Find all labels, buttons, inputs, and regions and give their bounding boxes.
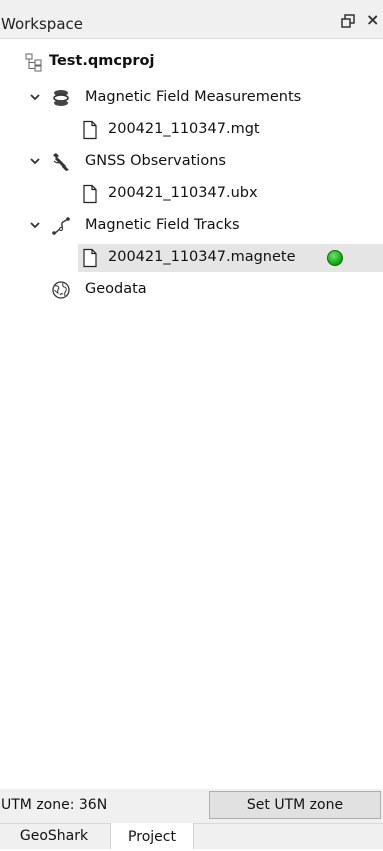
status-indicator-icon [327, 250, 343, 266]
tree-item-geodata[interactable]: Geodata [0, 276, 383, 304]
file-icon [83, 120, 97, 140]
tab-geoshark[interactable]: GeoShark [0, 824, 108, 849]
track-icon [52, 217, 70, 235]
tree-item-label: Magnetic Field Measurements [85, 89, 302, 105]
tree-item-file-magnete[interactable]: 200421_110347.magnete [0, 244, 383, 272]
tree-item-label: Magnetic Field Tracks [85, 217, 240, 233]
magnetometer-icon [53, 90, 69, 106]
tree-item-label: 200421_110347.mgt [108, 121, 260, 137]
tree-item-file-ubx[interactable]: 200421_110347.ubx [0, 180, 383, 208]
tree-item-file-mgt[interactable]: 200421_110347.mgt [0, 116, 383, 144]
file-icon [83, 184, 97, 204]
tree-item-label: 200421_110347.magnete [108, 249, 296, 265]
utm-zone-label: UTM zone: 36N [1, 797, 108, 813]
file-icon [83, 248, 97, 268]
tree-item-label: 200421_110347.ubx [108, 185, 258, 201]
panel-title: Workspace [1, 15, 83, 33]
chevron-down-icon[interactable] [28, 154, 42, 168]
set-utm-zone-button[interactable]: Set UTM zone [209, 791, 381, 819]
tab-project[interactable]: Project [110, 823, 194, 849]
panel-titlebar: Workspace × [0, 0, 383, 39]
close-icon[interactable]: × [366, 11, 379, 29]
tab-bar: GeoShark Project [0, 823, 383, 849]
utm-zone-bar: UTM zone: 36N Set UTM zone [0, 789, 383, 823]
tree-item-project[interactable]: Test.qmcproj [0, 48, 383, 76]
tree-item-label: Test.qmcproj [49, 53, 155, 69]
globe-icon [52, 281, 70, 299]
tree-item-magnetic-field-measurements[interactable]: Magnetic Field Measurements [0, 84, 383, 112]
chevron-down-icon[interactable] [28, 218, 42, 232]
tree-item-magnetic-field-tracks[interactable]: Magnetic Field Tracks [0, 212, 383, 240]
satellite-icon [53, 153, 69, 171]
chevron-down-icon[interactable] [28, 90, 42, 104]
tree-item-label: Geodata [85, 281, 147, 297]
float-window-icon[interactable] [341, 14, 355, 28]
tree-item-label: GNSS Observations [85, 153, 226, 169]
tree-item-gnss-observations[interactable]: GNSS Observations [0, 148, 383, 176]
project-tree-icon [25, 53, 42, 72]
